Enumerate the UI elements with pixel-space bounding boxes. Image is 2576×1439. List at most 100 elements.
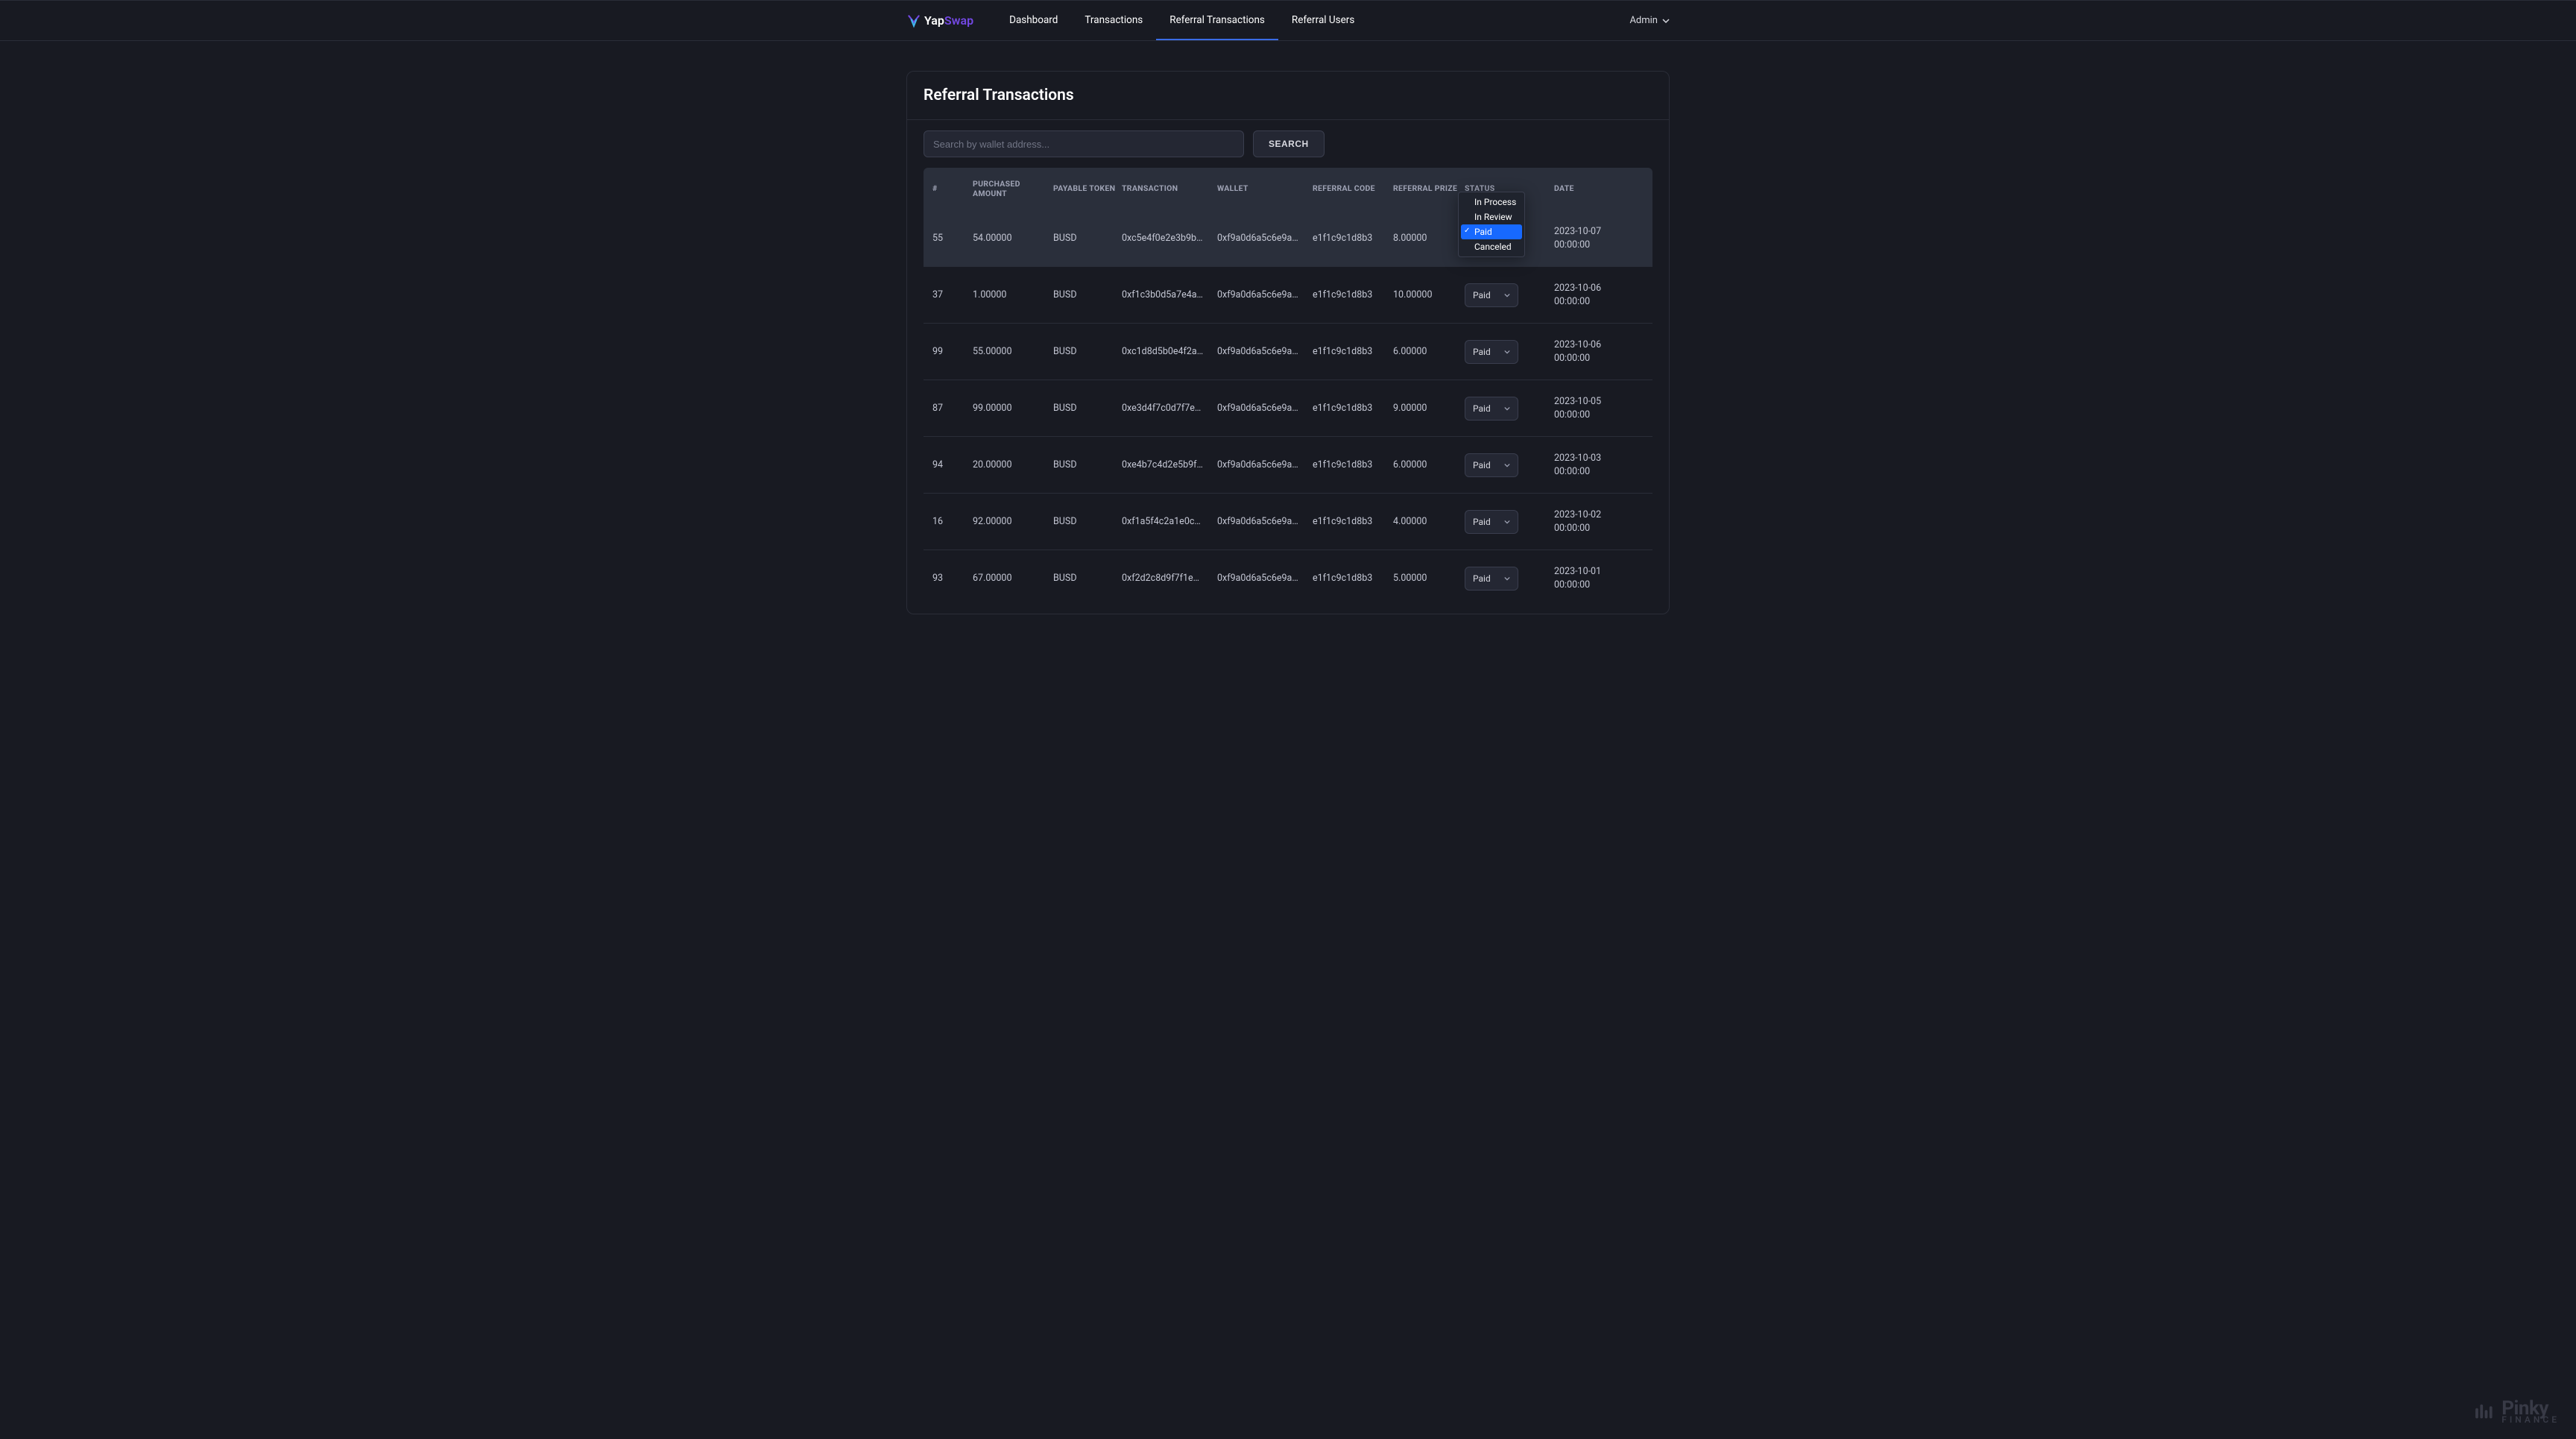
top-nav: YapSwap Dashboard Transactions Referral …: [0, 1, 2576, 41]
table-header: # PURCHASED AMOUNT PAYABLE TOKEN TRANSAC…: [924, 168, 1652, 210]
chevron-down-icon: [1504, 576, 1510, 582]
status-select[interactable]: Paid In Process In Review Paid Canceled: [1465, 227, 1518, 251]
watermark-sub: FINANCE: [2501, 1415, 2560, 1424]
status-select[interactable]: Paid: [1465, 397, 1518, 421]
cell-tx: 0xc1d8d5b0e4f2a…: [1122, 346, 1211, 357]
chevron-down-icon: [1504, 406, 1510, 412]
cell-date: 2023-10-07 00:00:00: [1554, 225, 1618, 251]
cell-purchased: 55.00000: [973, 346, 1047, 357]
page-title: Referral Transactions: [907, 72, 1669, 120]
status-option-paid[interactable]: Paid: [1461, 224, 1522, 239]
cell-purchased: 99.00000: [973, 403, 1047, 414]
user-menu[interactable]: Admin: [1629, 15, 1670, 26]
cell-id: 94: [932, 459, 967, 470]
cell-token: BUSD: [1053, 289, 1116, 300]
cell-id: 99: [932, 346, 967, 357]
th-prize: REFERRAL PRIZE: [1393, 184, 1459, 194]
cell-tx: 0xe3d4f7c0d7f7e…: [1122, 403, 1211, 414]
table-row: 37 1.00000 BUSD 0xf1c3b0d5a7e4a… 0xf9a0d…: [924, 267, 1652, 324]
cell-wallet: 0xf9a0d6a5c6e9a…: [1217, 289, 1307, 300]
status-select-label: Paid: [1473, 460, 1491, 470]
cell-id: 55: [932, 233, 967, 244]
cell-prize: 6.00000: [1393, 459, 1459, 470]
th-token: PAYABLE TOKEN: [1053, 184, 1116, 194]
cell-date: 2023-10-06 00:00:00: [1554, 339, 1618, 365]
cell-id: 16: [932, 516, 967, 527]
cell-code: e1f1c9c1d8b3: [1313, 459, 1387, 470]
cell-date: 2023-10-03 00:00:00: [1554, 452, 1618, 478]
cell-id: 93: [932, 573, 967, 584]
search-input[interactable]: [924, 130, 1244, 157]
cell-purchased: 20.00000: [973, 459, 1047, 470]
search-row: SEARCH: [907, 120, 1669, 168]
th-purchased: PURCHASED AMOUNT: [973, 180, 1047, 198]
logo-text-a: Yap: [924, 13, 944, 28]
status-select[interactable]: Paid: [1465, 510, 1518, 534]
th-tx: TRANSACTION: [1122, 184, 1211, 194]
cell-wallet: 0xf9a0d6a5c6e9a…: [1217, 346, 1307, 357]
cell-code: e1f1c9c1d8b3: [1313, 403, 1387, 414]
cell-wallet: 0xf9a0d6a5c6e9a…: [1217, 516, 1307, 527]
cell-tx: 0xe4b7c4d2e5b9f…: [1122, 459, 1211, 470]
watermark: Pinky FINANCE: [2473, 1399, 2560, 1424]
cell-token: BUSD: [1053, 573, 1116, 584]
chevron-down-icon: [1662, 17, 1670, 25]
cell-token: BUSD: [1053, 459, 1116, 470]
cell-purchased: 92.00000: [973, 516, 1047, 527]
cell-tx: 0xf1c3b0d5a7e4a…: [1122, 289, 1211, 300]
status-option-in-process[interactable]: In Process: [1461, 195, 1522, 210]
cell-date: 2023-10-05 00:00:00: [1554, 395, 1618, 421]
cell-code: e1f1c9c1d8b3: [1313, 289, 1387, 300]
status-option-in-review[interactable]: In Review: [1461, 210, 1522, 224]
status-select-label: Paid: [1473, 347, 1491, 357]
cell-purchased: 54.00000: [973, 233, 1047, 244]
status-dropdown: In Process In Review Paid Canceled: [1458, 192, 1525, 257]
logo[interactable]: YapSwap: [906, 1, 973, 40]
th-wallet: WALLET: [1217, 184, 1307, 194]
cell-id: 87: [932, 403, 967, 414]
status-select-label: Paid: [1473, 517, 1491, 527]
cell-prize: 4.00000: [1393, 516, 1459, 527]
logo-text-b: Swap: [944, 13, 973, 28]
cell-date: 2023-10-02 00:00:00: [1554, 508, 1618, 535]
cell-code: e1f1c9c1d8b3: [1313, 516, 1387, 527]
nav-link-transactions[interactable]: Transactions: [1071, 1, 1156, 40]
chevron-down-icon: [1504, 462, 1510, 468]
cell-date: 2023-10-06 00:00:00: [1554, 282, 1618, 308]
status-select[interactable]: Paid: [1465, 283, 1518, 307]
cell-wallet: 0xf9a0d6a5c6e9a…: [1217, 573, 1307, 584]
cell-purchased: 1.00000: [973, 289, 1047, 300]
th-code: REFERRAL CODE: [1313, 184, 1387, 194]
nav-links: Dashboard Transactions Referral Transact…: [996, 1, 1368, 40]
cell-id: 37: [932, 289, 967, 300]
chevron-down-icon: [1504, 519, 1510, 525]
cell-prize: 6.00000: [1393, 346, 1459, 357]
user-menu-label: Admin: [1629, 15, 1658, 26]
cell-tx: 0xf2d2c8d9f7f1e…: [1122, 573, 1211, 584]
cell-code: e1f1c9c1d8b3: [1313, 346, 1387, 357]
table-row: 94 20.00000 BUSD 0xe4b7c4d2e5b9f… 0xf9a0…: [924, 437, 1652, 494]
status-select[interactable]: Paid: [1465, 567, 1518, 591]
chevron-down-icon: [1504, 349, 1510, 355]
table-row: 55 54.00000 BUSD 0xc5e4f0e2e3b9b… 0xf9a0…: [924, 210, 1652, 267]
cell-token: BUSD: [1053, 403, 1116, 414]
chevron-down-icon: [1504, 292, 1510, 298]
search-button[interactable]: SEARCH: [1253, 130, 1325, 157]
table-row: 16 92.00000 BUSD 0xf1a5f4c2a1e0c… 0xf9a0…: [924, 494, 1652, 550]
main-panel: Referral Transactions SEARCH # PURCHASED…: [906, 71, 1670, 614]
cell-prize: 5.00000: [1393, 573, 1459, 584]
nav-link-referral-transactions[interactable]: Referral Transactions: [1156, 1, 1278, 40]
status-select-label: Paid: [1473, 573, 1491, 584]
cell-tx: 0xf1a5f4c2a1e0c…: [1122, 516, 1211, 527]
th-id: #: [932, 184, 967, 194]
cell-token: BUSD: [1053, 516, 1116, 527]
nav-link-referral-users[interactable]: Referral Users: [1278, 1, 1368, 40]
nav-link-dashboard[interactable]: Dashboard: [996, 1, 1071, 40]
cell-purchased: 67.00000: [973, 573, 1047, 584]
status-option-canceled[interactable]: Canceled: [1461, 239, 1522, 254]
logo-icon: [906, 13, 921, 28]
status-select-label: Paid: [1473, 290, 1491, 300]
status-select[interactable]: Paid: [1465, 453, 1518, 477]
table-row: 99 55.00000 BUSD 0xc1d8d5b0e4f2a… 0xf9a0…: [924, 324, 1652, 380]
status-select[interactable]: Paid: [1465, 340, 1518, 364]
